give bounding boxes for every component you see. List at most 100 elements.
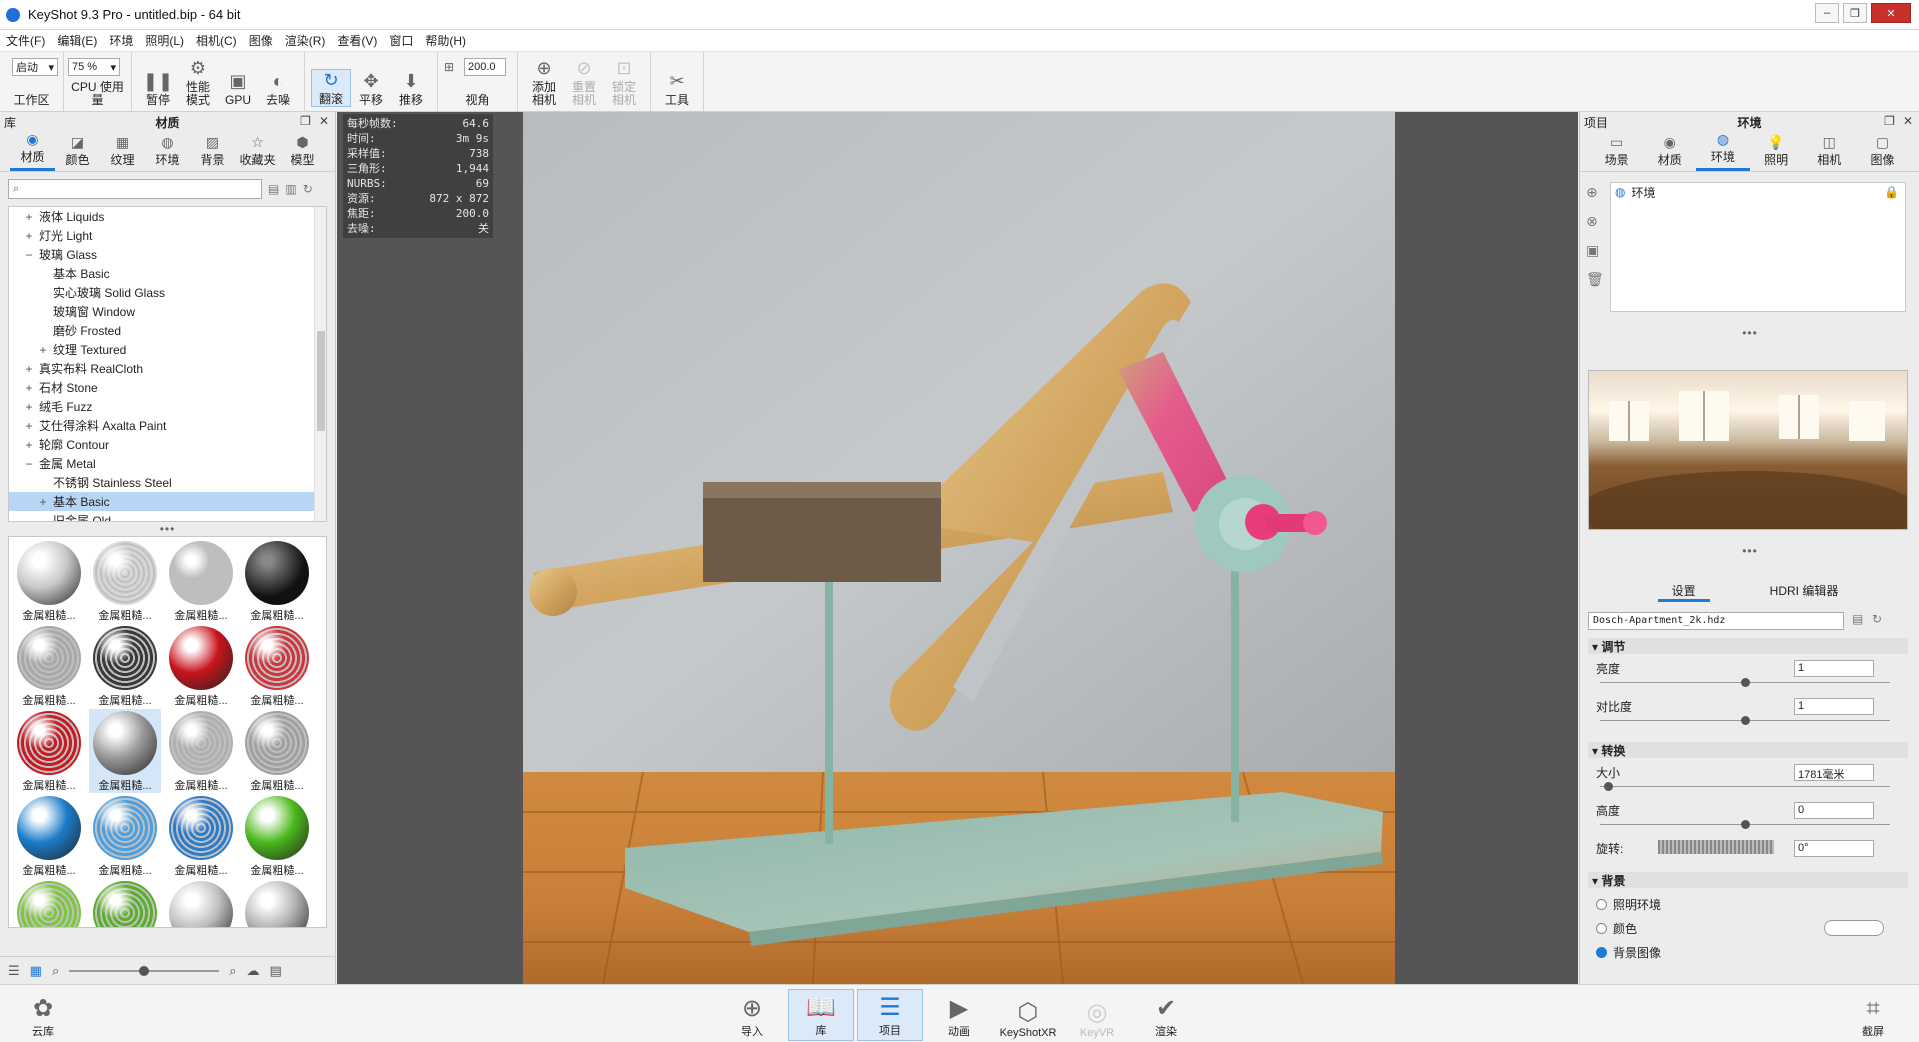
- background-option[interactable]: 颜色: [1596, 920, 1637, 937]
- denoise-button[interactable]: ◐ 去噪: [258, 71, 298, 107]
- list-view-icon[interactable]: ☰: [8, 963, 20, 979]
- library-tab[interactable]: ☆ 收藏夹: [235, 132, 280, 171]
- maximize-icon[interactable]: ❐: [1843, 3, 1867, 23]
- background-option[interactable]: 背景图像: [1596, 944, 1661, 961]
- add-environment-icon[interactable]: ⊕: [1586, 184, 1604, 201]
- material-thumbnail[interactable]: 金属粗糙...: [89, 879, 161, 927]
- radio-icon[interactable]: [1596, 899, 1607, 910]
- size-slider-handle[interactable]: [1604, 782, 1613, 791]
- delete-icon[interactable]: 🗑: [1586, 271, 1604, 288]
- size-input[interactable]: 1781毫米: [1794, 764, 1874, 781]
- material-thumbnail[interactable]: 金属粗糙...: [165, 539, 237, 623]
- folder-icon[interactable]: ▤: [270, 963, 282, 979]
- size-slider[interactable]: [1600, 786, 1890, 787]
- menu-item[interactable]: 照明(L): [145, 32, 184, 49]
- material-thumbnail[interactable]: 金属粗糙...: [165, 794, 237, 878]
- splitter-handle[interactable]: •••: [0, 522, 335, 536]
- tools-button[interactable]: ✂ 工具: [657, 71, 697, 107]
- section-adjust[interactable]: ▾ 调节: [1588, 638, 1908, 654]
- expand-toggle-icon[interactable]: +: [37, 343, 49, 357]
- animation-button[interactable]: ▶ 动画: [926, 989, 992, 1041]
- material-thumbnail[interactable]: 金属粗糙...: [89, 794, 161, 878]
- add-camera-button[interactable]: ⊕ 添加 相机: [524, 58, 564, 107]
- tree-item[interactable]: 不锈钢 Stainless Steel: [9, 473, 326, 492]
- save-environment-icon[interactable]: ▣: [1586, 242, 1604, 259]
- tree-item[interactable]: + 石材 Stone: [9, 378, 326, 397]
- expand-toggle-icon[interactable]: +: [23, 210, 35, 224]
- material-thumbnail[interactable]: 金属粗糙...: [241, 794, 313, 878]
- library-tab[interactable]: ◪ 颜色: [55, 132, 100, 171]
- tree-item[interactable]: + 绒毛 Fuzz: [9, 397, 326, 416]
- contrast-slider-handle[interactable]: [1741, 716, 1750, 725]
- material-thumbnail[interactable]: 金属粗糙...: [13, 624, 85, 708]
- menu-item[interactable]: 帮助(H): [425, 32, 466, 49]
- tree-item[interactable]: − 金属 Metal: [9, 454, 326, 473]
- lock-icon[interactable]: 🔒: [1884, 185, 1899, 199]
- tree-scrollbar[interactable]: [314, 207, 326, 521]
- project-tab[interactable]: ◍ 环境: [1696, 131, 1750, 171]
- render-button[interactable]: ✔ 渲染: [1133, 989, 1199, 1041]
- library-tab[interactable]: ▨ 背景: [190, 132, 235, 171]
- menu-item[interactable]: 文件(F): [6, 32, 45, 49]
- expand-toggle-icon[interactable]: +: [23, 362, 35, 376]
- project-tab[interactable]: ▢ 图像: [1856, 132, 1909, 171]
- dolly-button[interactable]: ⬇ 推移: [391, 71, 431, 107]
- tree-item[interactable]: 旧金属 Old: [9, 511, 326, 521]
- gpu-button[interactable]: ▣ GPU: [218, 71, 258, 107]
- material-thumbnail[interactable]: 金属粗糙...: [89, 709, 161, 793]
- section-transform[interactable]: ▾ 转换: [1588, 742, 1908, 758]
- tree-item[interactable]: + 液体 Liquids: [9, 207, 326, 226]
- menu-item[interactable]: 相机(C): [196, 32, 237, 49]
- project-button[interactable]: ☰ 项目: [857, 989, 923, 1041]
- hdri-preview[interactable]: [1588, 370, 1908, 530]
- expand-toggle-icon[interactable]: +: [23, 400, 35, 414]
- tree-item[interactable]: + 艾仕得涂料 Axalta Paint: [9, 416, 326, 435]
- project-tab[interactable]: ▭ 场景: [1590, 132, 1643, 171]
- section-background[interactable]: ▾ 背景: [1588, 872, 1908, 888]
- tree-item[interactable]: − 玻璃 Glass: [9, 245, 326, 264]
- render-image[interactable]: [523, 112, 1395, 984]
- project-tab[interactable]: ◫ 相机: [1803, 132, 1856, 171]
- tree-item[interactable]: + 基本 Basic: [9, 492, 326, 511]
- refresh-icon[interactable]: ↻: [303, 182, 313, 196]
- menu-item[interactable]: 图像: [249, 32, 273, 49]
- radio-icon[interactable]: [1596, 923, 1607, 934]
- material-thumbnail[interactable]: 金属粗糙...: [241, 539, 313, 623]
- tree-item[interactable]: 磨砂 Frosted: [9, 321, 326, 340]
- environment-list-item[interactable]: ◍ 环境 🔒: [1611, 183, 1905, 201]
- tree-item[interactable]: 玻璃窗 Window: [9, 302, 326, 321]
- library-search-input[interactable]: ⌕: [8, 179, 262, 199]
- folder-open-icon[interactable]: ▤: [268, 182, 279, 196]
- tree-item[interactable]: + 真实布料 RealCloth: [9, 359, 326, 378]
- cpu-usage-select[interactable]: 75 % ▾: [68, 58, 120, 76]
- reset-camera-button[interactable]: ⊘ 重置 相机: [564, 58, 604, 107]
- close-icon[interactable]: ✕: [1871, 3, 1911, 23]
- menu-item[interactable]: 渲染(R): [285, 32, 326, 49]
- menu-item[interactable]: 窗口: [389, 32, 413, 49]
- height-input[interactable]: 0: [1794, 802, 1874, 819]
- height-slider-handle[interactable]: [1741, 820, 1750, 829]
- library-button[interactable]: 📖 库: [788, 989, 854, 1041]
- rotation-input[interactable]: 0°: [1794, 840, 1874, 857]
- expand-toggle-icon[interactable]: −: [23, 457, 35, 471]
- material-thumbnail[interactable]: 金属粗糙...: [89, 624, 161, 708]
- tab-hdri-editor[interactable]: HDRI 编辑器: [1770, 582, 1839, 602]
- duplicate-environment-icon[interactable]: ⊗: [1586, 213, 1604, 230]
- expand-toggle-icon[interactable]: +: [23, 381, 35, 395]
- splitter-handle[interactable]: •••: [1580, 326, 1919, 340]
- material-thumbnail[interactable]: 金属粗糙...: [13, 709, 85, 793]
- material-thumbnail[interactable]: 金属粗糙...: [241, 709, 313, 793]
- contrast-input[interactable]: 1: [1794, 698, 1874, 715]
- zoom-in-icon[interactable]: ⌕: [229, 963, 236, 979]
- material-thumbnail[interactable]: 金属粗糙...: [89, 539, 161, 623]
- thumbnail-size-slider[interactable]: [69, 965, 220, 976]
- pause-button[interactable]: ❚❚ 暂停: [138, 71, 178, 107]
- screenshot-button[interactable]: ⌗ 截屏: [1840, 989, 1906, 1041]
- workspace-select[interactable]: 启动 ▾: [12, 58, 58, 76]
- pan-button[interactable]: ✥ 平移: [351, 71, 391, 107]
- render-viewport[interactable]: 每秒帧数: 64.6 时间: 3m 9s 采样值: 738 三角形: 1,944 NURBS: 6…: [337, 112, 1578, 984]
- library-tab[interactable]: ◍ 环境: [145, 132, 190, 171]
- tree-item[interactable]: + 轮廓 Contour: [9, 435, 326, 454]
- expand-toggle-icon[interactable]: +: [23, 419, 35, 433]
- rotation-dial[interactable]: [1658, 840, 1774, 854]
